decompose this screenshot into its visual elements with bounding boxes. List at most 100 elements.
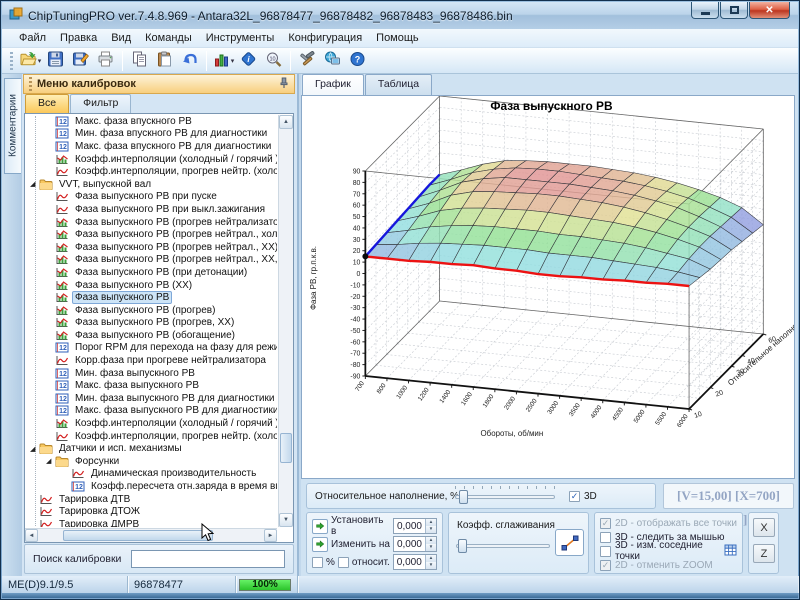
checkbox[interactable]: [600, 532, 611, 543]
tree-item[interactable]: Фаза выпускного РВ (ХХ): [25, 279, 277, 292]
menu-item[interactable]: Команды: [138, 30, 199, 46]
scroll-right-icon[interactable]: ►: [264, 529, 277, 542]
vertical-scrollbar[interactable]: ▲ ▼: [278, 115, 293, 527]
tree-item[interactable]: Динамическая производительность: [25, 468, 277, 481]
change-value-spinner[interactable]: 0,000▲▼: [393, 536, 437, 552]
expand-arrow-icon[interactable]: ◢: [30, 445, 39, 453]
pin-icon[interactable]: [279, 77, 289, 92]
tree-folder[interactable]: ◢VVT, выпускной вал: [25, 178, 277, 191]
close-button[interactable]: ✕: [749, 2, 790, 19]
menu-item[interactable]: Правка: [53, 30, 104, 46]
percent-checkbox[interactable]: [312, 557, 323, 568]
tree-item[interactable]: Коэфф.интерполяции (холодный / горячий ): [25, 153, 277, 166]
display-option[interactable]: ✓2D - отображать все точки: [600, 516, 737, 530]
search-input[interactable]: [131, 550, 285, 568]
paste-button[interactable]: [152, 49, 177, 72]
tree-item[interactable]: Фаза выпускного РВ (прогрев нейтрал., хо…: [25, 228, 277, 241]
window-title: ChipTuningPRO ver.7.4.8.969 - Antara32L_…: [28, 9, 513, 23]
copy-button[interactable]: [127, 49, 152, 72]
tree-item[interactable]: Тарировка ДТВ: [25, 493, 277, 506]
relative-checkbox[interactable]: [338, 557, 349, 568]
tree-item[interactable]: 12Макс. фаза выпускного РВ: [25, 379, 277, 392]
compare-maps-button[interactable]: ▾: [211, 49, 236, 72]
tree-item[interactable]: 12Макс. фаза впускного РВ для диагностик…: [25, 140, 277, 153]
menu-item[interactable]: Помощь: [369, 30, 426, 46]
tree-item[interactable]: Фаза выпускного РВ (прогрев нейтрал., ХХ…: [25, 241, 277, 254]
tree-item[interactable]: Фаза выпускного РВ: [25, 291, 277, 304]
tree-item[interactable]: Фаза выпускного РВ (прогрев): [25, 304, 277, 317]
menu-item[interactable]: Инструменты: [199, 30, 282, 46]
settings-tools-button[interactable]: [295, 49, 320, 72]
tree-item[interactable]: Фаза выпускного РВ (прогрев, ХХ): [25, 317, 277, 330]
online-update-button[interactable]: [320, 49, 345, 72]
tree-item[interactable]: Фаза выпускного РВ при выкл.зажигания: [25, 203, 277, 216]
expand-arrow-icon[interactable]: ◢: [30, 180, 39, 188]
tree-item[interactable]: 12Макс. фаза выпускного РВ для диагности…: [25, 405, 277, 418]
tab-graph[interactable]: График: [302, 74, 364, 95]
tree-item[interactable]: Фаза выпускного РВ (обогащение): [25, 329, 277, 342]
save-as-button[interactable]: [68, 49, 93, 72]
print-button[interactable]: [93, 49, 118, 72]
horizontal-scrollbar[interactable]: ◄ ►: [25, 528, 277, 542]
3d-checkbox[interactable]: ✓: [569, 491, 580, 502]
menu-item[interactable]: Вид: [104, 30, 138, 46]
tree-item[interactable]: 12Мин. фаза выпускного РВ: [25, 367, 277, 380]
tree-item[interactable]: Фаза выпускного РВ (прогрев нейтрализато…: [25, 216, 277, 229]
tab-table[interactable]: Таблица: [365, 74, 432, 95]
scrollbar-thumb[interactable]: [280, 433, 292, 463]
smoothing-slider[interactable]: [456, 539, 550, 553]
comments-tab[interactable]: Комментарии: [4, 78, 21, 174]
tree-item[interactable]: 12Мин. фаза впускного РВ для диагностики: [25, 128, 277, 141]
scroll-left-icon[interactable]: ◄: [25, 529, 38, 542]
tree-item[interactable]: 12Порог RPM для перехода на фазу для реж…: [25, 342, 277, 355]
tree-item[interactable]: Фаза выпускного РВ (при детонации): [25, 266, 277, 279]
svg-text:Фаза выпускного РВ: Фаза выпускного РВ: [490, 99, 613, 113]
zoom-10-button[interactable]: 10: [261, 49, 286, 72]
set-value-spinner[interactable]: 0,000▲▼: [393, 518, 437, 534]
map-info-button[interactable]: i: [236, 49, 261, 72]
tree-folder[interactable]: ◢Датчики и исп. механизмы: [25, 442, 277, 455]
tree-item[interactable]: Тарировка ДТОЖ: [25, 505, 277, 518]
help-button[interactable]: ?: [345, 49, 370, 72]
menu-item[interactable]: Файл: [12, 30, 53, 46]
menu-item[interactable]: Конфигурация: [281, 30, 369, 46]
scroll-up-icon[interactable]: ▲: [279, 115, 293, 129]
tree-item[interactable]: Корр.фаза при прогреве нейтрализатора: [25, 354, 277, 367]
maximize-button[interactable]: [720, 2, 748, 19]
x-axis-button[interactable]: X: [753, 518, 775, 537]
expand-arrow-icon[interactable]: ◢: [46, 457, 55, 465]
dropdown-caret-icon[interactable]: ▾: [231, 57, 235, 65]
tree-item[interactable]: 12Макс. фаза впускного РВ: [25, 115, 277, 128]
tree-item[interactable]: Тарировка ДМРВ: [25, 518, 277, 527]
interpolate-button[interactable]: [555, 529, 584, 556]
tree-item[interactable]: Фаза выпускного РВ (прогрев нейтрал., ХХ…: [25, 254, 277, 267]
grid-icon[interactable]: [724, 544, 737, 559]
scroll-down-icon[interactable]: ▼: [279, 513, 293, 527]
tree-item[interactable]: Коэфф.интерполяции, прогрев нейтр. (холо…: [25, 165, 277, 178]
dropdown-caret-icon[interactable]: ▾: [38, 57, 42, 65]
minimize-button[interactable]: [691, 2, 719, 19]
checkbox[interactable]: [600, 546, 611, 557]
tree-item[interactable]: Коэфф.интерполяции (холодный / горячий ): [25, 417, 277, 430]
apply-change-button[interactable]: [312, 537, 328, 552]
tree-item-label: Фаза выпускного РВ (прогрев нейтрал., ХХ…: [72, 241, 277, 254]
tab-filter[interactable]: Фильтр: [70, 94, 131, 113]
tree-folder[interactable]: ◢Форсунки: [25, 455, 277, 468]
scrollbar-thumb[interactable]: [63, 530, 213, 541]
display-option[interactable]: 3D - изм. соседние точки: [600, 544, 737, 558]
tree-item[interactable]: 12Мин. фаза выпускного РВ для диагностик…: [25, 392, 277, 405]
undo-button[interactable]: [177, 49, 202, 72]
fill-slider[interactable]: [455, 490, 555, 504]
tree-item[interactable]: 12Коэфф.пересчета отн.заряда в время впр…: [25, 480, 277, 493]
toolbar-grip[interactable]: [10, 52, 13, 70]
tree-item[interactable]: Коэфф.интерполяции, прогрев нейтр. (холо…: [25, 430, 277, 443]
relative-value-spinner[interactable]: 0,000▲▼: [393, 554, 437, 570]
panel-grip[interactable]: [29, 77, 32, 91]
open-file-button[interactable]: ▾: [18, 49, 43, 72]
z-axis-button[interactable]: Z: [753, 544, 775, 563]
surface-chart[interactable]: -90-80-70-60-50-40-30-20-100102030405060…: [301, 95, 795, 479]
tab-all[interactable]: Все: [25, 94, 69, 113]
save-file-button[interactable]: [43, 49, 68, 72]
apply-set-button[interactable]: [312, 519, 328, 534]
tree-item[interactable]: Фаза выпускного РВ при пуске: [25, 191, 277, 204]
